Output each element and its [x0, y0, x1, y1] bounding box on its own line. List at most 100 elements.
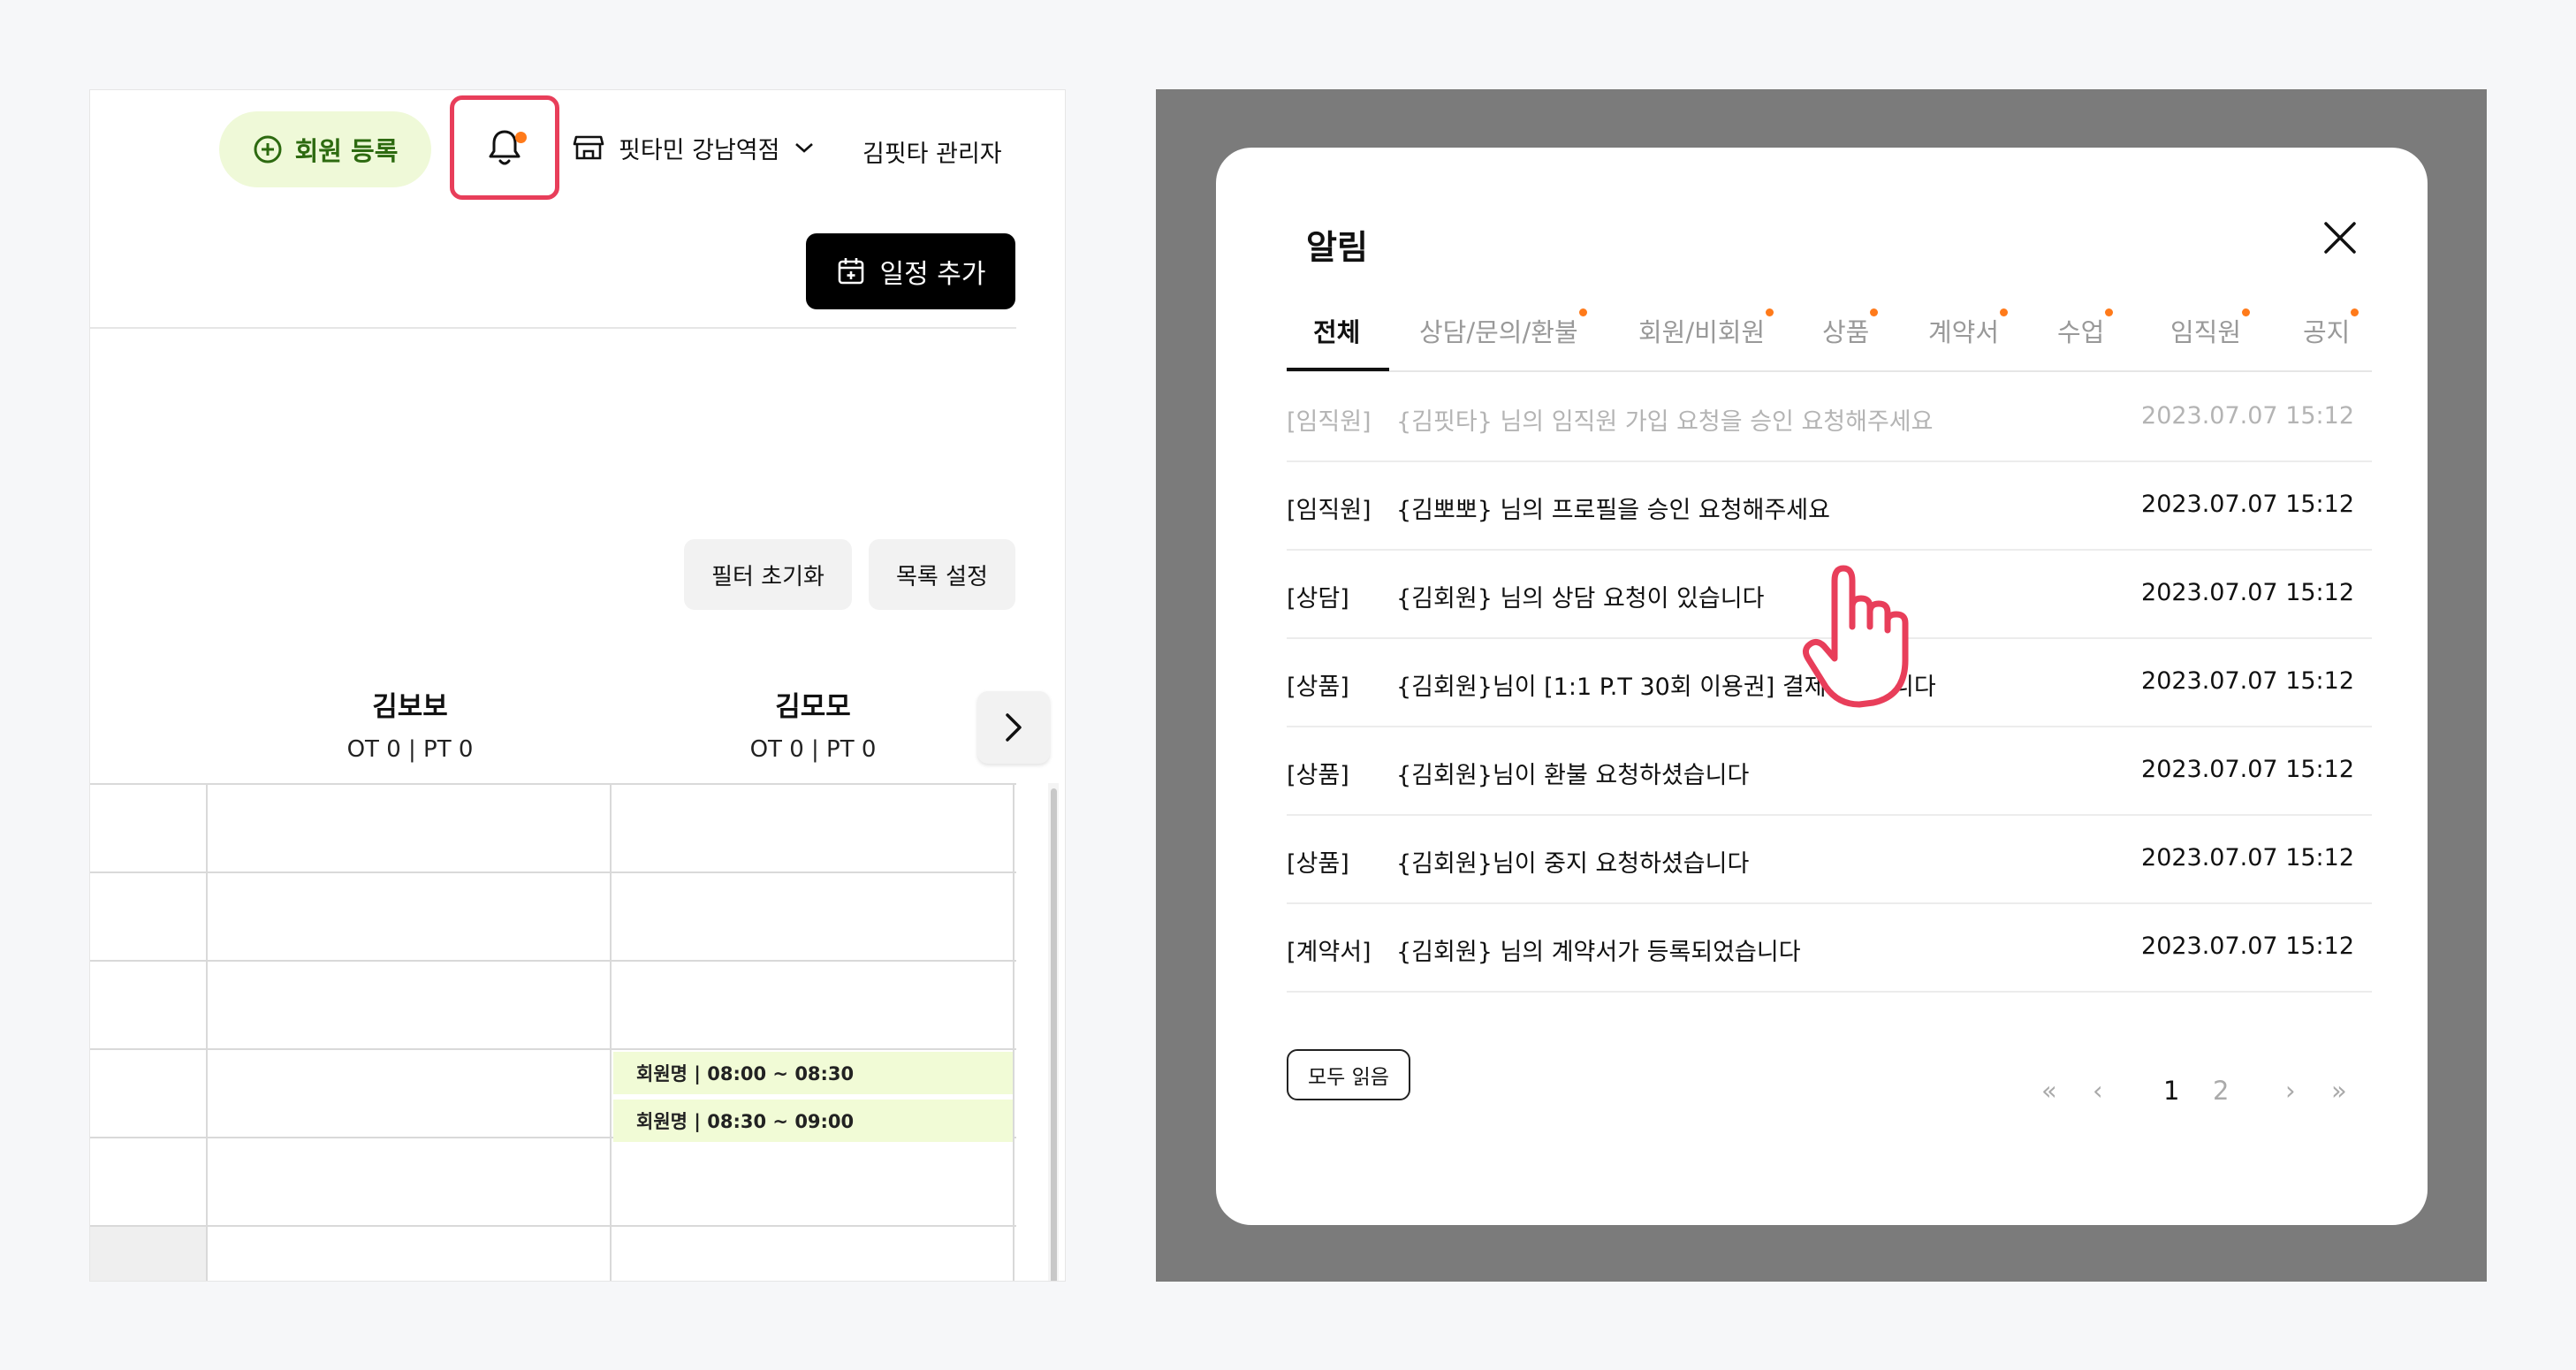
list-settings-button[interactable]: 목록 설정 — [869, 539, 1015, 610]
unread-dot — [1578, 308, 1587, 316]
notification-category: [임직원] — [1287, 497, 1372, 524]
tab-product[interactable]: 상품 — [1822, 308, 1879, 370]
notification-time: 2023.07.07 15:12 — [2141, 402, 2354, 430]
notification-category: [임직원] — [1287, 408, 1372, 436]
last-page-button[interactable]: » — [2331, 1076, 2347, 1111]
tab-label: 상담/문의/환불 — [1419, 317, 1578, 347]
tab-label: 계약서 — [1928, 317, 2000, 347]
tab-member-nonmember[interactable]: 회원/비회원 — [1638, 308, 1774, 370]
branch-label: 핏타민 강남역점 — [619, 136, 780, 164]
grid-line — [90, 871, 1016, 873]
notification-row[interactable]: [상품] {김회원}님이 환불 요청하셨습니다 2023.07.07 15:12 — [1287, 727, 2372, 816]
tab-label: 상품 — [1822, 317, 1870, 347]
grid-line — [90, 1225, 1016, 1227]
grid-line — [90, 960, 1016, 962]
plus-circle-icon — [254, 135, 282, 164]
tab-staff[interactable]: 임직원 — [2170, 308, 2251, 370]
notification-row[interactable]: [계약서] {김회원} 님의 계약서가 등록되었습니다 2023.07.07 1… — [1287, 904, 2372, 993]
grid-line — [90, 1048, 1016, 1050]
schedule-page-panel: 회원 등록 핏타민 강남역점 김핏타 관리자 일정 추가 필터 초기화 목록 설… — [89, 89, 1066, 1282]
page-2-button[interactable]: 2 — [2213, 1076, 2229, 1111]
unread-dot — [1766, 308, 1774, 316]
schedule-event[interactable]: 회원명 | 08:30 ~ 09:00 — [613, 1100, 1013, 1142]
tab-notice[interactable]: 공지 — [2303, 308, 2359, 370]
filter-reset-button[interactable]: 필터 초기화 — [684, 539, 852, 610]
notification-message: {김회원}님이 중지 요청하셨습니다 — [1396, 850, 1750, 878]
notification-row[interactable]: [임직원] {김핏타} 님의 임직원 가입 요청을 승인 요청해주세요 2023… — [1287, 374, 2372, 462]
hand-pointer-icon — [1802, 565, 1909, 708]
calendar-grid: 회원명 | 08:00 ~ 08:30 회원명 | 08:30 ~ 09:00 — [90, 783, 1016, 1281]
mark-all-read-button[interactable]: 모두 읽음 — [1287, 1049, 1410, 1100]
staff-session-counts: OT 0 | PT 0 — [749, 736, 877, 763]
tab-consult-inquiry-refund[interactable]: 상담/문의/환불 — [1419, 308, 1587, 370]
tab-label: 회원/비회원 — [1638, 317, 1766, 347]
notification-tabs: 전체 상담/문의/환불 회원/비회원 상품 계약서 수업 임직원 공지 — [1287, 308, 2372, 372]
top-bar: 회원 등록 핏타민 강남역점 김핏타 관리자 — [90, 90, 1065, 214]
notification-message: {김회원}님이 환불 요청하셨습니다 — [1396, 762, 1750, 789]
tab-contract[interactable]: 계약서 — [1928, 308, 2009, 370]
unread-dot — [2351, 308, 2359, 316]
store-icon — [573, 135, 604, 160]
tab-all[interactable]: 전체 — [1313, 312, 1360, 370]
notification-dot — [515, 132, 527, 143]
modal-overlay: 알림 전체 상담/문의/환불 회원/비회원 상품 계약서 수업 임직원 공지 [… — [1156, 89, 2487, 1282]
notification-time: 2023.07.07 15:12 — [2141, 756, 2354, 783]
notification-modal: 알림 전체 상담/문의/환불 회원/비회원 상품 계약서 수업 임직원 공지 [… — [1216, 148, 2428, 1225]
notification-category: [상품] — [1287, 674, 1349, 701]
staff-column-header: 김모모 OT 0 | PT 0 — [703, 684, 923, 763]
notification-category: [상품] — [1287, 850, 1349, 878]
tab-label: 수업 — [2057, 317, 2105, 347]
staff-session-counts: OT 0 | PT 0 — [346, 736, 474, 763]
unread-dot — [1870, 308, 1879, 316]
add-schedule-button[interactable]: 일정 추가 — [806, 233, 1015, 309]
notification-category: [상담] — [1287, 585, 1349, 613]
add-member-button[interactable]: 회원 등록 — [219, 111, 431, 187]
grid-line — [610, 785, 612, 1281]
staff-name: 김모모 — [775, 691, 851, 723]
notification-time: 2023.07.07 15:12 — [2141, 579, 2354, 606]
tab-label: 임직원 — [2170, 317, 2242, 347]
branch-select[interactable]: 핏타민 강남역점 — [573, 126, 815, 170]
scrollbar-thumb[interactable] — [1051, 788, 1057, 1281]
staff-column-header: 김보보 OT 0 | PT 0 — [300, 684, 521, 763]
time-cell — [90, 1227, 207, 1281]
tab-label: 전체 — [1313, 317, 1361, 347]
grid-line — [206, 785, 208, 1281]
grid-line — [1013, 785, 1014, 1281]
divider — [90, 327, 1016, 329]
notification-bell-button[interactable] — [450, 95, 559, 200]
tab-label: 공지 — [2303, 317, 2351, 347]
tab-class[interactable]: 수업 — [2057, 308, 2114, 370]
admin-name[interactable]: 김핏타 관리자 — [862, 134, 1002, 169]
notification-category: [상품] — [1287, 762, 1349, 789]
close-icon[interactable] — [2319, 217, 2361, 259]
notification-row[interactable]: [상품] {김회원}님이 중지 요청하셨습니다 2023.07.07 15:12 — [1287, 816, 2372, 904]
notification-time: 2023.07.07 15:12 — [2141, 667, 2354, 695]
notification-time: 2023.07.07 15:12 — [2141, 844, 2354, 871]
unread-dot — [2000, 308, 2009, 316]
prev-page-button[interactable]: ‹ — [2093, 1076, 2103, 1111]
active-tab-indicator — [1287, 368, 1389, 371]
notification-message: {김회원} 님의 계약서가 등록되었습니다 — [1396, 939, 1801, 966]
chevron-right-icon — [1006, 713, 1022, 742]
notification-message: {김핏타} 님의 임직원 가입 요청을 승인 요청해주세요 — [1396, 408, 1934, 436]
notification-category: [계약서] — [1287, 939, 1372, 966]
next-page-button[interactable]: › — [2285, 1076, 2296, 1111]
staff-name: 김보보 — [372, 691, 448, 723]
chevron-down-icon — [795, 143, 814, 153]
notification-message: {김회원} 님의 상담 요청이 있습니다 — [1396, 585, 1765, 613]
unread-dot — [2242, 308, 2251, 316]
unread-dot — [2105, 308, 2114, 316]
notification-message: {김뽀뽀} 님의 프로필을 승인 요청해주세요 — [1396, 497, 1830, 524]
notification-time: 2023.07.07 15:12 — [2141, 491, 2354, 518]
calendar-add-icon — [838, 258, 863, 285]
add-member-label: 회원 등록 — [294, 136, 399, 166]
next-staff-button[interactable] — [977, 691, 1050, 764]
notification-row[interactable]: [임직원] {김뽀뽀} 님의 프로필을 승인 요청해주세요 2023.07.07… — [1287, 462, 2372, 551]
page-1-button[interactable]: 1 — [2163, 1076, 2179, 1111]
schedule-event[interactable]: 회원명 | 08:00 ~ 08:30 — [613, 1052, 1013, 1094]
first-page-button[interactable]: « — [2041, 1076, 2057, 1111]
notification-time: 2023.07.07 15:12 — [2141, 932, 2354, 960]
add-schedule-label: 일정 추가 — [879, 259, 986, 290]
modal-title: 알림 — [1306, 228, 1368, 267]
